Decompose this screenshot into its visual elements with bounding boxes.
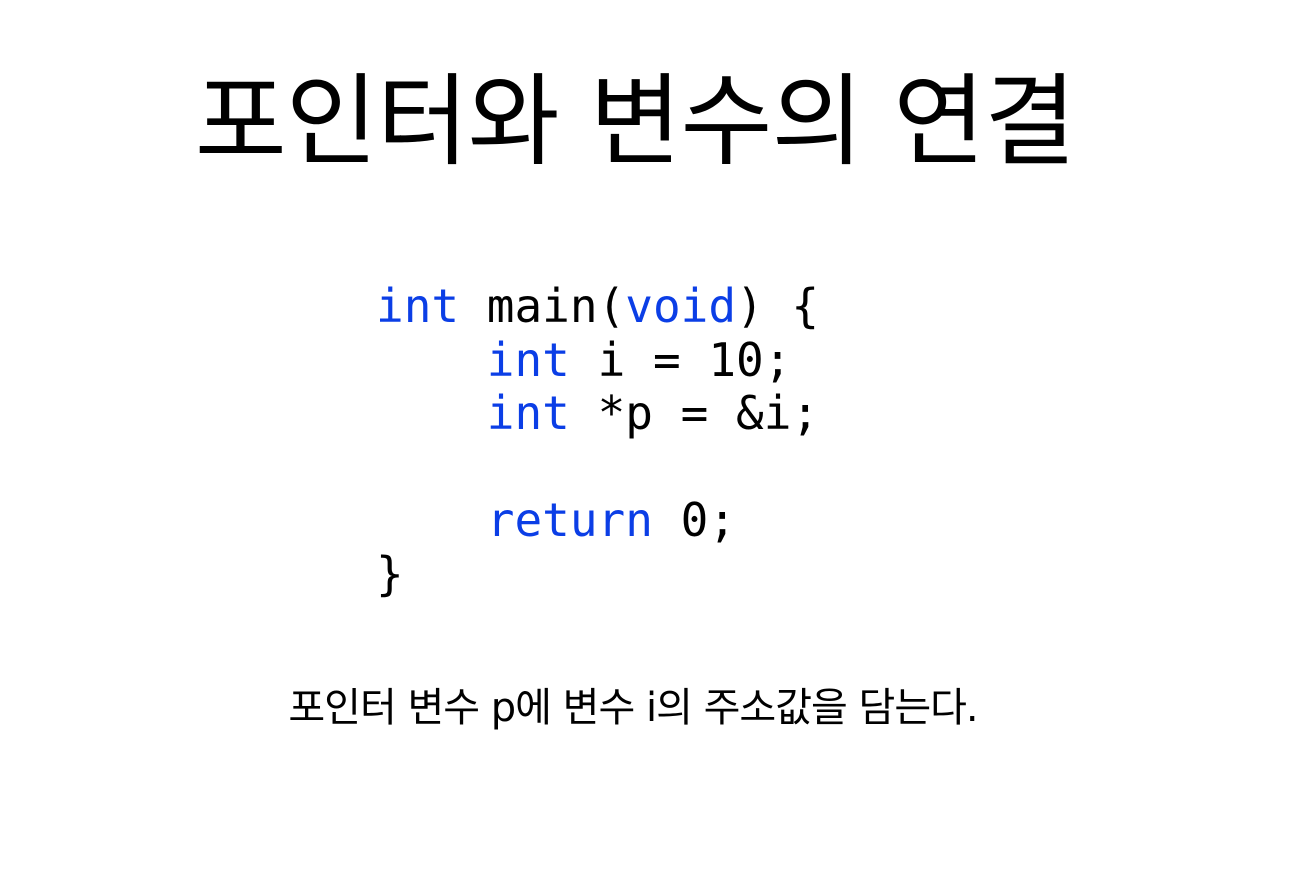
code-line: int *p = &i; (376, 386, 820, 441)
code-text: } (376, 546, 404, 601)
code-text: i = 10; (569, 332, 792, 387)
code-keyword: return (486, 493, 653, 547)
code-line: } (376, 546, 819, 602)
code-line: return 0; (376, 493, 819, 548)
code-text: main( (459, 279, 626, 333)
slide-caption: 포인터 변수 p에 변수 i의 주소값을 담는다. (288, 685, 978, 731)
code-keyword: int (486, 332, 570, 387)
code-keyword: int (486, 386, 570, 440)
code-text: 0; (652, 493, 737, 547)
code-text: *p = &i; (569, 386, 820, 440)
code-keyword: int (376, 279, 460, 333)
code-keyword: void (625, 279, 737, 333)
code-text: ) { (736, 279, 820, 333)
code-block: int main(void) { int i = 10; int *p = &i… (376, 279, 820, 602)
code-line: int i = 10; (376, 332, 819, 388)
slide-title: 포인터와 변수의 연결 (194, 63, 1077, 180)
code-line: int main(void) { (376, 279, 820, 334)
